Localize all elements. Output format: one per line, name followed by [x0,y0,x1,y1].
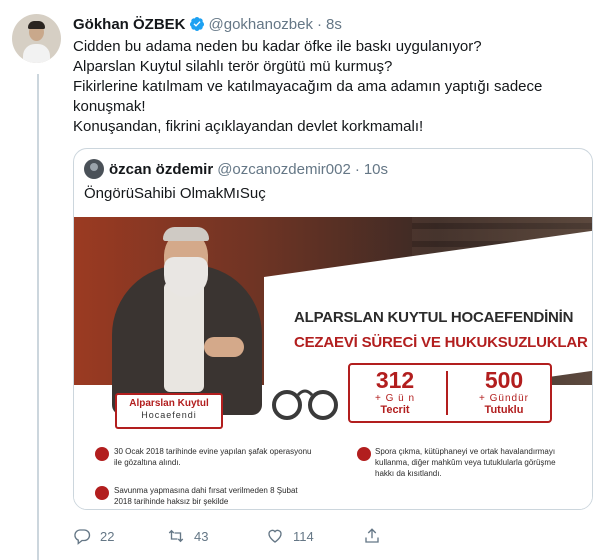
stat-number: 500 [484,367,524,393]
quoted-tweet-text: ÖngörüSahibi OlmakMıSuç [84,185,266,202]
stat-unit: + G ü n [374,393,416,404]
reply-button[interactable]: 22 [73,524,114,548]
heart-icon [268,529,282,543]
name-badge: Alparslan Kuytul Hocaefendi [115,393,223,429]
quoted-tweet-header: özcan özdemir @ozcanozdemir002 · 10s [84,159,388,179]
retweet-count: 43 [194,528,209,544]
like-button[interactable]: 114 [266,524,314,548]
quoted-author-avatar [84,159,104,179]
info-bullet-icon [95,486,109,500]
image-title-line2: CEZAEVİ SÜRECİ VE HUKUKSUZLUKLAR [294,334,588,351]
badge-title: Hocaefendi [141,410,197,420]
stat-isolation: 312 + G ü n Tecrit [354,367,436,417]
image-title-line1: ALPARSLAN KUYTUL HOCAEFENDİNİN [294,309,574,326]
quoted-author-handle: @ozcanozdemir002 [217,160,351,178]
portrait-hair [163,227,209,241]
quoted-author-name: özcan özdemir [109,160,214,178]
portrait-shirt [164,282,204,392]
quoted-timestamp: 10s [363,160,389,178]
tweet-header: Gökhan ÖZBEK @gokhanozbek · 8s [73,14,342,34]
info-bullet-icon [357,447,371,461]
stat-label: Tutuklu [484,404,524,416]
verified-badge-icon [189,17,204,31]
info-text: Savunma yapmasına dahi fırsat verilmeden… [114,486,298,506]
retweet-icon [168,529,184,543]
thread-line [37,74,39,560]
stats-divider [446,371,448,415]
retweet-button[interactable]: 43 [167,524,208,548]
quoted-tweet-image[interactable]: Alparslan Kuytul Hocaefendi ALPARSLAN KU… [74,217,592,509]
stat-unit: + Gündür [479,393,529,404]
stats-box: 312 + G ü n Tecrit 500 + Gündür Tutuklu [348,363,552,423]
stat-detention: 500 + Gündür Tutuklu [460,367,548,417]
separator-dot: · [354,160,360,178]
author-name[interactable]: Gökhan ÖZBEK [73,16,186,33]
reply-icon [74,529,91,545]
stat-number: 312 [375,367,415,393]
portrait-hand [204,337,244,357]
author-avatar[interactable] [12,14,61,63]
tweet-line: konuşmak! [73,98,146,115]
tweet-line: Cidden bu adama neden bu kadar öfke ile … [73,38,482,55]
stat-label: Tecrit [380,404,410,416]
like-count: 114 [293,528,314,544]
tweet-timestamp[interactable]: 8s [326,16,342,33]
share-button[interactable] [363,524,390,548]
separator-dot: · [316,15,322,33]
badge-name: Alparslan Kuytul [129,398,209,409]
tweet-actions: 22 43 114 [73,524,593,548]
info-text: 30 Ocak 2018 tarihinde evine yapılan şaf… [114,447,312,467]
tweet-text: Cidden bu adama neden bu kadar öfke ile … [73,37,593,137]
quoted-tweet[interactable]: özcan özdemir @ozcanozdemir002 · 10s Öng… [73,148,593,510]
info-bullet-icon [95,447,109,461]
tweet-line: Konuşandan, fikrini açıklayandan devlet … [73,118,424,135]
author-handle[interactable]: @gokhanozbek [209,16,313,33]
share-icon [365,528,379,543]
handcuffs-icon [272,389,338,420]
reply-count: 22 [100,528,115,544]
tweet-line: Fikirlerine katılmam ve katılmayacağım d… [73,78,543,95]
tweet-line: Alparslan Kuytul silahlı terör örgütü mü… [73,58,393,75]
info-text: Spora çıkma, kütüphaneyi ve ortak havala… [375,447,556,478]
